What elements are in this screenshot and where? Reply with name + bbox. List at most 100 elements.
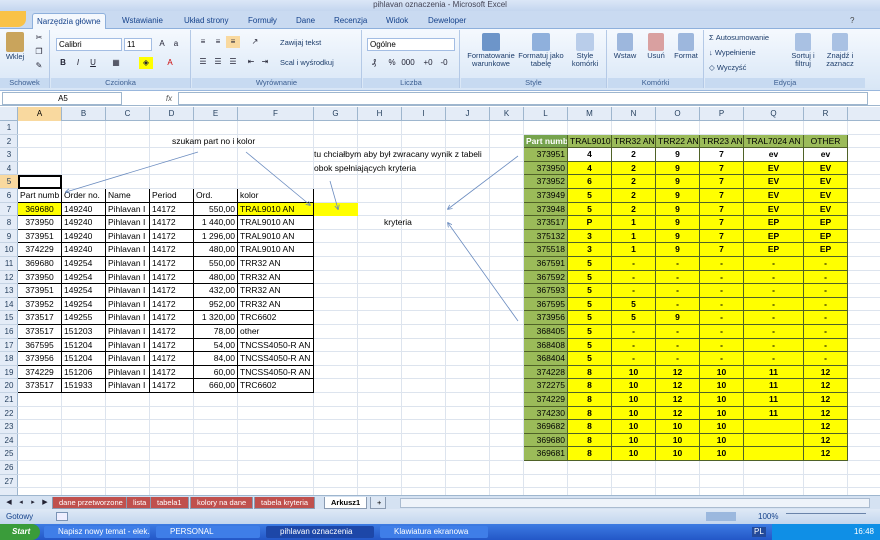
name-box[interactable]: A5 <box>2 92 122 105</box>
column-header-g[interactable]: G <box>314 107 358 121</box>
row-header-8[interactable]: 8 <box>0 216 18 230</box>
column-header-k[interactable]: K <box>490 107 524 121</box>
select-all-button[interactable] <box>0 107 18 121</box>
align-right-icon[interactable]: ☰ <box>226 56 240 68</box>
sheet-tab-dane-przetworzone[interactable]: dane przetworzone <box>52 497 130 509</box>
office-button[interactable] <box>0 11 26 27</box>
comma-style-icon[interactable]: 000 <box>401 57 415 69</box>
zoom-slider[interactable] <box>786 513 866 520</box>
row-header-15[interactable]: 15 <box>0 311 18 325</box>
worksheet-grid[interactable]: Part numb Order no. Name Period Ord. kolor 369… <box>18 121 880 495</box>
row-header-22[interactable]: 22 <box>0 407 18 421</box>
autosum-button[interactable]: Σ Autosumowanie <box>709 34 769 42</box>
column-header-p[interactable]: P <box>700 107 744 121</box>
row-header-23[interactable]: 23 <box>0 420 18 434</box>
column-header-r[interactable]: R <box>804 107 848 121</box>
sheet-tab-arkusz1[interactable]: Arkusz1 <box>324 497 368 509</box>
paste-button[interactable]: Wklej <box>4 32 26 61</box>
row-header-4[interactable]: 4 <box>0 162 18 176</box>
row-header-12[interactable]: 12 <box>0 271 18 285</box>
row-header-21[interactable]: 21 <box>0 393 18 407</box>
font-name-select[interactable]: Calibri <box>56 38 122 51</box>
row-header-6[interactable]: 6 <box>0 189 18 203</box>
column-header-i[interactable]: I <box>402 107 446 121</box>
row-header-7[interactable]: 7 <box>0 203 18 217</box>
taskbar-item-forum[interactable]: Napisz nowy temat - elek... <box>44 526 150 538</box>
row-header-3[interactable]: 3 <box>0 148 18 162</box>
zoom-level[interactable]: 100% <box>758 509 778 524</box>
help-icon[interactable]: ? <box>846 13 858 29</box>
tab-insert[interactable]: Wstawianie <box>118 13 167 29</box>
underline-button[interactable]: U <box>86 57 100 69</box>
column-header-c[interactable]: C <box>106 107 150 121</box>
row-header-18[interactable]: 18 <box>0 352 18 366</box>
tab-review[interactable]: Recenzja <box>330 13 371 29</box>
format-painter-icon[interactable]: ✎ <box>32 60 46 72</box>
align-center-icon[interactable]: ☰ <box>211 56 225 68</box>
formula-input[interactable] <box>178 92 868 105</box>
row-header-14[interactable]: 14 <box>0 298 18 312</box>
merge-center-button[interactable]: Scal i wyśrodkuj <box>280 59 334 67</box>
sort-filter-button[interactable]: Sortuj i filtruj <box>785 33 821 68</box>
column-header-d[interactable]: D <box>150 107 194 121</box>
tab-view[interactable]: Widok <box>382 13 412 29</box>
fill-color-icon[interactable]: ◈ <box>139 57 153 69</box>
percent-icon[interactable]: % <box>385 57 399 69</box>
delete-cells-button[interactable]: Usuń <box>641 33 671 60</box>
sheet-tab-kolory-na-dane[interactable]: kolory na dane <box>190 497 254 509</box>
orientation-icon[interactable]: ↗ <box>248 36 262 48</box>
format-as-table-button[interactable]: Formatuj jako tabelę <box>517 33 565 68</box>
tab-formulas[interactable]: Formuły <box>244 13 281 29</box>
align-middle-icon[interactable]: ≡ <box>211 36 225 48</box>
font-color-icon[interactable]: A <box>163 57 177 69</box>
borders-icon[interactable]: ▦ <box>109 57 123 69</box>
insert-cells-button[interactable]: Wstaw <box>610 33 640 60</box>
taskbar-item-personal[interactable]: PERSONAL <box>156 526 260 538</box>
row-header-16[interactable]: 16 <box>0 325 18 339</box>
row-header-10[interactable]: 10 <box>0 243 18 257</box>
number-format-select[interactable]: Ogólne <box>367 38 455 51</box>
row-header-11[interactable]: 11 <box>0 257 18 271</box>
column-header-n[interactable]: N <box>612 107 656 121</box>
tab-developer[interactable]: Deweloper <box>424 13 470 29</box>
start-button[interactable]: Start <box>0 524 40 540</box>
decrease-indent-icon[interactable]: ⇤ <box>244 56 258 68</box>
row-header-2[interactable]: 2 <box>0 135 18 149</box>
macro-record-icon[interactable] <box>56 512 68 521</box>
insert-sheet-icon[interactable]: + <box>370 497 386 509</box>
cell-styles-button[interactable]: Style komórki <box>565 33 605 68</box>
column-header-b[interactable]: B <box>62 107 106 121</box>
last-sheet-icon[interactable]: ▶ <box>38 497 52 509</box>
align-left-icon[interactable]: ☰ <box>196 56 210 68</box>
format-cells-button[interactable]: Format <box>670 33 702 60</box>
column-header-o[interactable]: O <box>656 107 700 121</box>
view-buttons[interactable] <box>706 512 736 521</box>
tab-home[interactable]: Narzędzia główne <box>32 13 106 29</box>
tab-page-layout[interactable]: Układ strony <box>180 13 232 29</box>
row-header-24[interactable]: 24 <box>0 434 18 448</box>
bold-button[interactable]: B <box>56 57 70 69</box>
row-header-26[interactable]: 26 <box>0 461 18 475</box>
increase-indent-icon[interactable]: ⇥ <box>258 56 272 68</box>
row-header-17[interactable]: 17 <box>0 339 18 353</box>
row-header-19[interactable]: 19 <box>0 366 18 380</box>
grow-font-icon[interactable]: A <box>155 38 169 50</box>
column-header-j[interactable]: J <box>446 107 490 121</box>
language-indicator[interactable]: PL <box>752 527 766 537</box>
row-header-1[interactable]: 1 <box>0 121 18 135</box>
fill-button[interactable]: ↓ Wypełnienie <box>709 49 756 57</box>
decrease-decimal-icon[interactable]: -0 <box>437 57 451 69</box>
wrap-text-button[interactable]: Zawijaj tekst <box>280 39 321 47</box>
horizontal-scrollbar[interactable] <box>400 498 870 508</box>
column-header-q[interactable]: Q <box>744 107 804 121</box>
sheet-tab-tabela1[interactable]: tabela1 <box>150 497 189 509</box>
row-header-5[interactable]: 5 <box>0 175 18 189</box>
column-header-a[interactable]: A <box>18 107 62 121</box>
align-bottom-icon[interactable]: ≡ <box>226 36 240 48</box>
row-header-13[interactable]: 13 <box>0 284 18 298</box>
taskbar-item-keyboard[interactable]: Klawiatura ekranowa <box>380 526 488 538</box>
function-icon[interactable]: fx <box>162 93 176 105</box>
align-top-icon[interactable]: ≡ <box>196 36 210 48</box>
italic-button[interactable]: I <box>71 57 85 69</box>
sheet-tab-tabela-kryteria[interactable]: tabela kryteria <box>254 497 316 509</box>
